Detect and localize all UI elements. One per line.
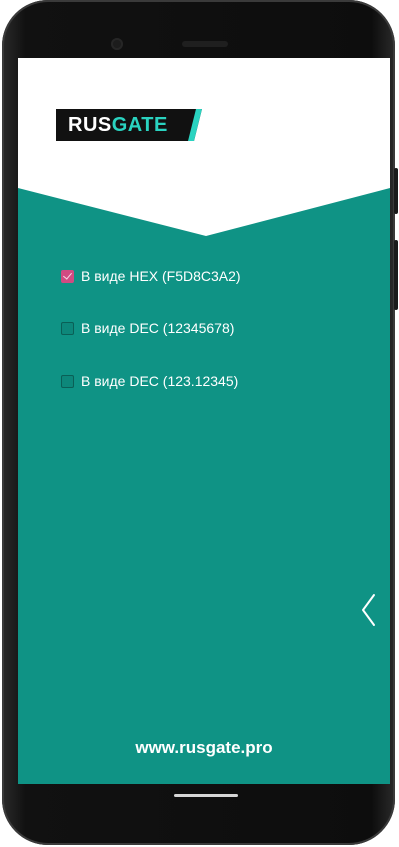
option-dec-float-label: В виде DEC (123.12345)	[81, 373, 239, 389]
phone-frame: RUSGATE В виде HEX (F5D8C3A2) В виде DEC…	[2, 0, 398, 845]
option-dec-checkbox[interactable]	[61, 321, 74, 335]
option-hex-label: В виде HEX (F5D8C3A2)	[81, 268, 241, 284]
logo-text: RUSGATE	[68, 114, 168, 136]
earpiece-speaker	[182, 41, 228, 47]
option-hex[interactable]: В виде HEX (F5D8C3A2)	[61, 268, 241, 284]
home-indicator[interactable]	[174, 794, 238, 797]
logo-text-gate: GATE	[111, 114, 168, 136]
option-dec-float-checkbox[interactable]	[61, 374, 74, 388]
chevron-left-icon[interactable]	[358, 591, 380, 629]
app-screen: RUSGATE В виде HEX (F5D8C3A2) В виде DEC…	[18, 58, 390, 784]
volume-button	[394, 168, 398, 214]
rusgate-logo: RUSGATE	[56, 109, 202, 141]
option-dec-float[interactable]: В виде DEC (123.12345)	[61, 373, 238, 389]
footer-url[interactable]: www.rusgate.pro	[18, 738, 390, 758]
logo-text-rus: RUS	[68, 114, 112, 136]
option-hex-checkbox[interactable]	[61, 269, 74, 283]
power-button	[394, 240, 398, 310]
header-background	[18, 58, 390, 236]
option-dec-label: В виде DEC (12345678)	[81, 320, 235, 336]
front-camera	[111, 38, 123, 50]
option-dec[interactable]: В виде DEC (12345678)	[61, 320, 234, 336]
